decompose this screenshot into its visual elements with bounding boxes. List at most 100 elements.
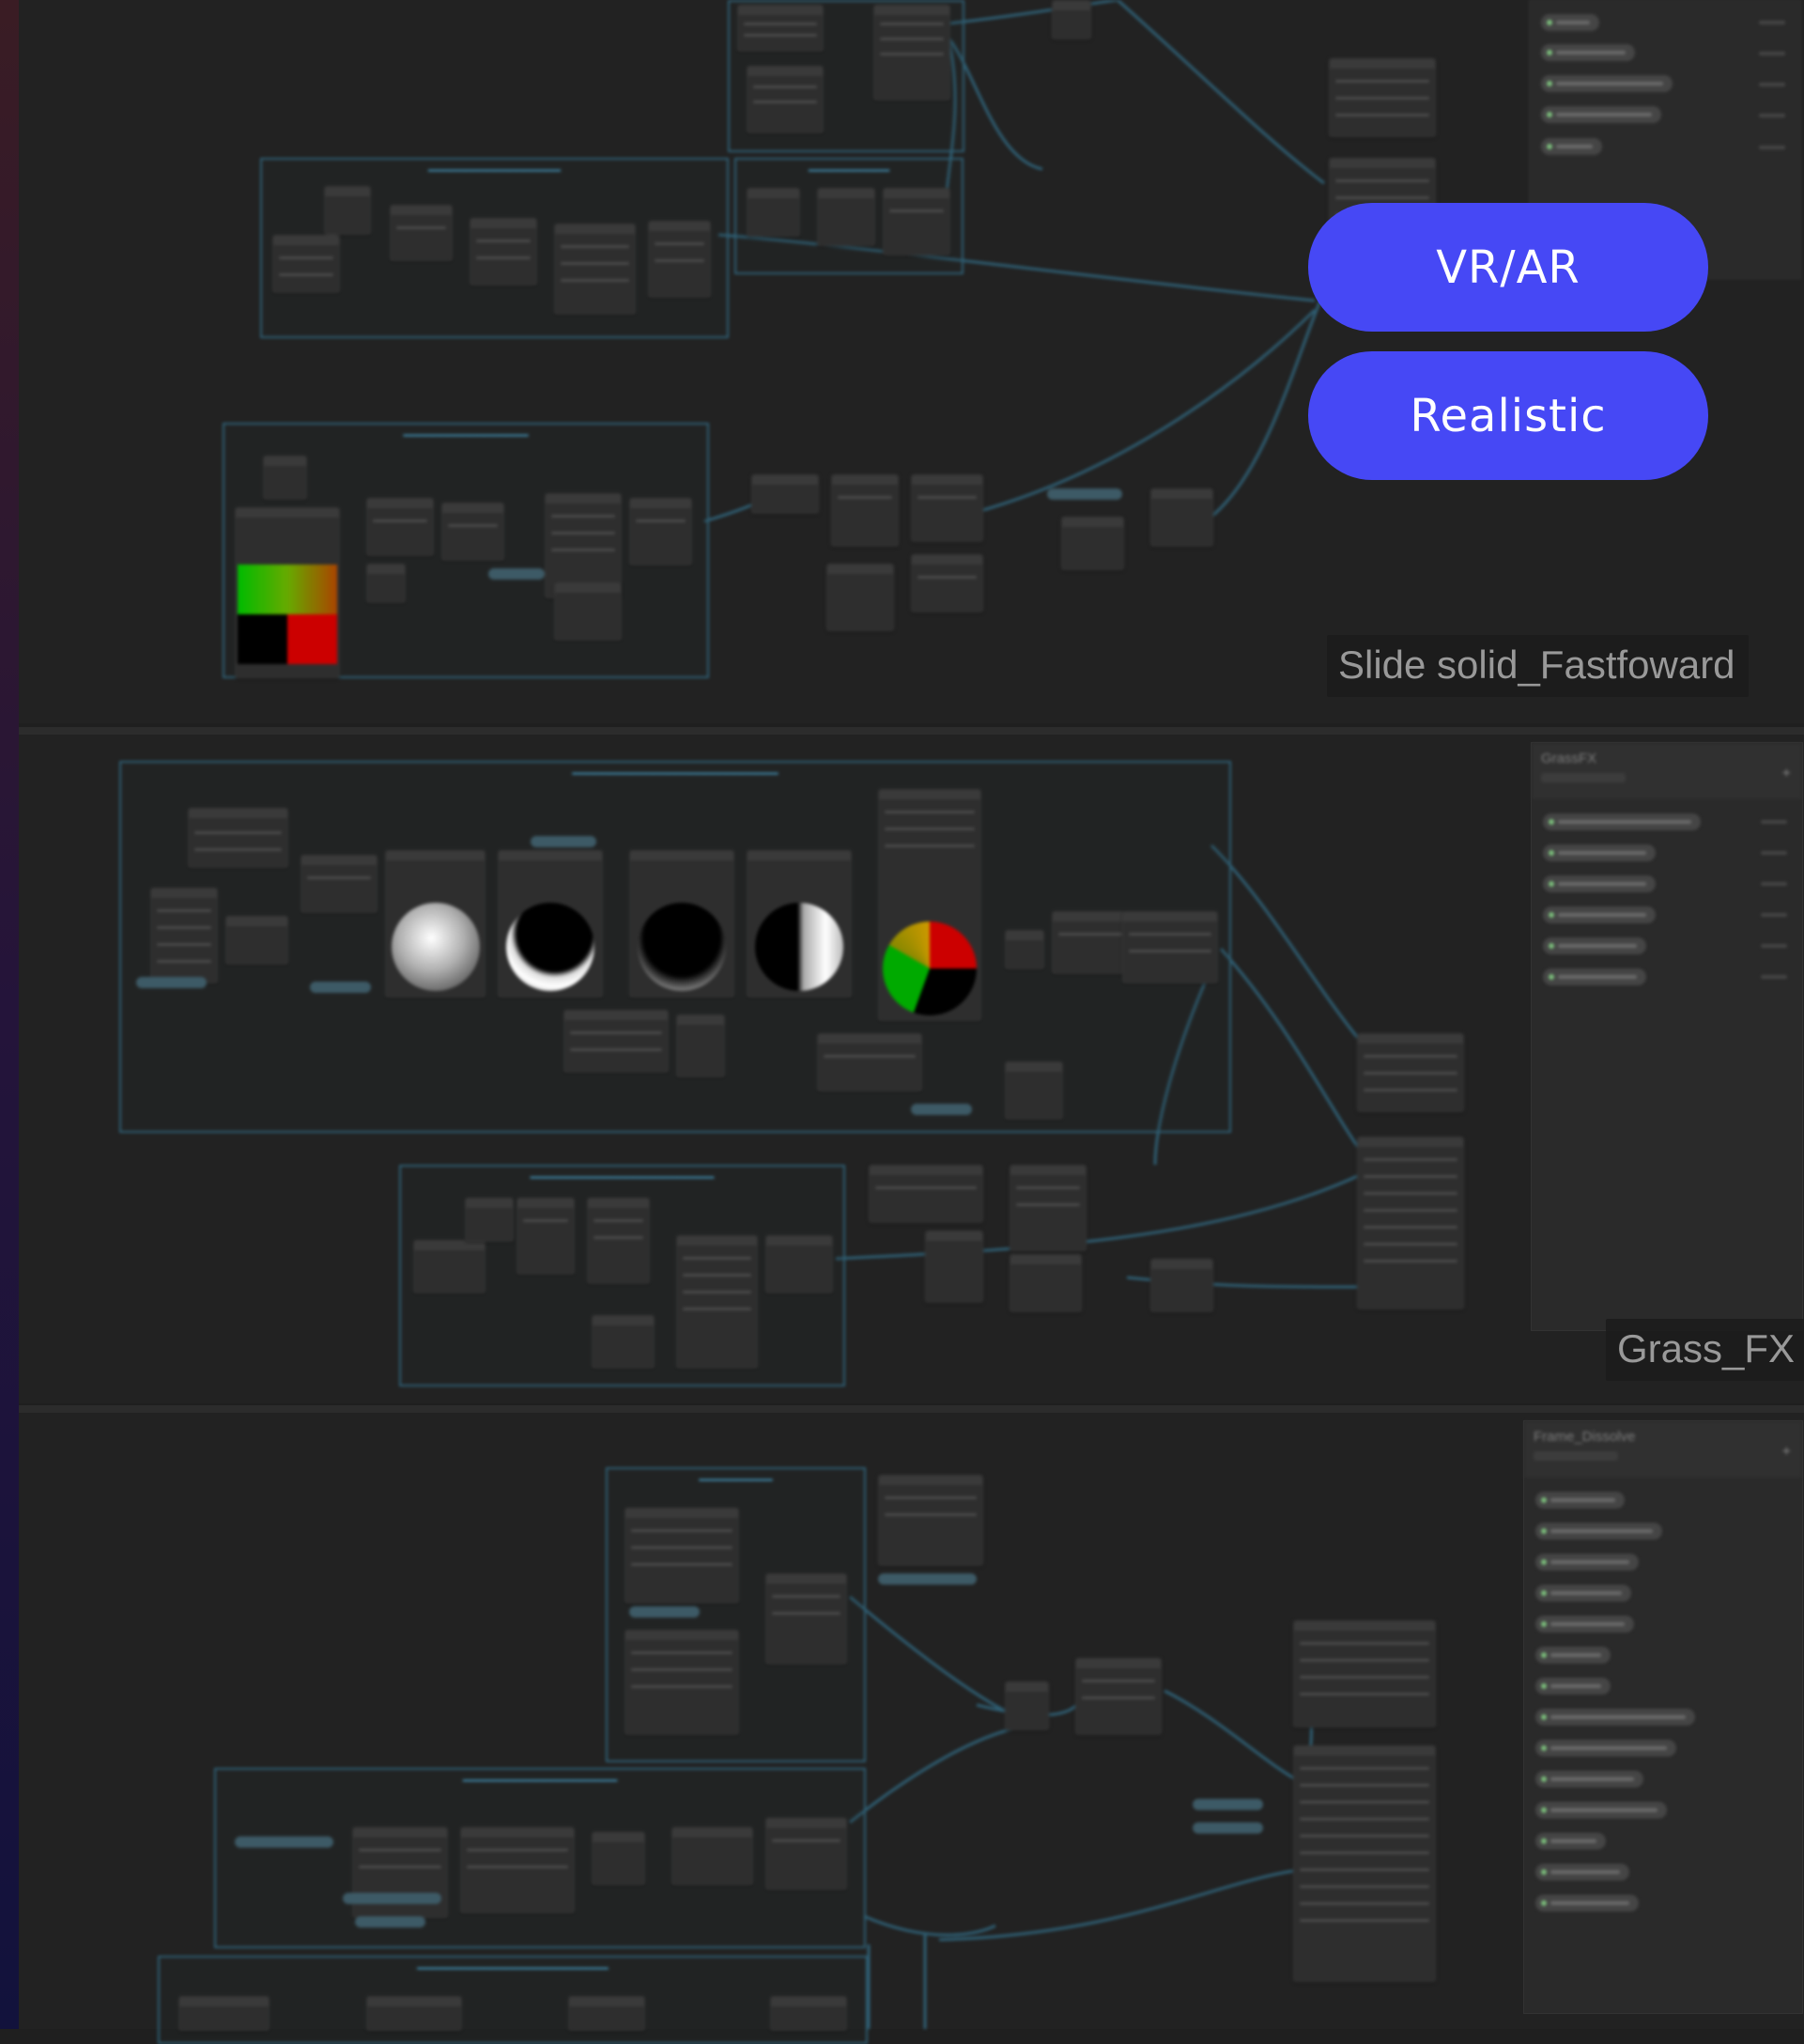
graph-node[interactable] (676, 1235, 758, 1369)
blackboard-panel-grassfx[interactable]: GrassFX + (1531, 742, 1803, 1331)
graph-node[interactable] (1052, 0, 1091, 39)
property-item[interactable] (1543, 875, 1656, 892)
property-item[interactable] (1543, 844, 1656, 861)
graph-node[interactable] (624, 1508, 739, 1603)
property-item[interactable] (1535, 1833, 1606, 1850)
property-item[interactable] (1541, 106, 1661, 123)
property-pill[interactable] (1193, 1822, 1263, 1834)
plus-icon[interactable]: + (1782, 766, 1791, 782)
property-item[interactable] (1535, 1647, 1611, 1664)
preview-node[interactable] (747, 850, 852, 998)
graph-node[interactable] (301, 855, 378, 913)
property-item[interactable] (1543, 906, 1656, 923)
graph-node[interactable] (1075, 1658, 1162, 1735)
property-item[interactable] (1535, 1709, 1695, 1726)
graph-node[interactable] (470, 218, 537, 286)
graph-node[interactable] (671, 1827, 753, 1885)
graph-node[interactable] (517, 1198, 575, 1275)
preview-node[interactable] (629, 850, 734, 998)
graph-node[interactable] (1061, 517, 1124, 570)
graph-node[interactable] (765, 1573, 847, 1665)
graph-node[interactable] (1010, 1165, 1087, 1251)
graph-node[interactable] (751, 474, 819, 514)
property-pill[interactable] (878, 1573, 977, 1585)
property-pill[interactable] (488, 568, 545, 580)
graph-node[interactable] (413, 1240, 486, 1293)
tag-vr-ar-button[interactable]: VR/AR (1308, 203, 1708, 332)
graph-node[interactable] (465, 1198, 514, 1242)
tag-realistic-button[interactable]: Realistic (1308, 351, 1708, 480)
graph-node[interactable] (554, 582, 622, 641)
graph-node[interactable] (911, 474, 983, 542)
property-pill[interactable] (235, 1836, 333, 1848)
graph-node[interactable] (676, 1014, 725, 1077)
graph-node[interactable] (629, 498, 692, 565)
plus-icon[interactable]: + (1782, 1444, 1791, 1461)
graph-node[interactable] (1005, 1061, 1063, 1120)
preview-node[interactable] (498, 850, 603, 998)
master-node[interactable] (1293, 1745, 1436, 1982)
property-pill[interactable] (629, 1606, 700, 1618)
graph-node[interactable] (624, 1630, 739, 1735)
graph-node[interactable] (225, 916, 288, 965)
property-item[interactable] (1535, 1616, 1634, 1633)
graph-node[interactable] (592, 1832, 645, 1885)
graph-node[interactable] (831, 474, 899, 547)
graph-node[interactable] (883, 188, 950, 256)
property-item[interactable] (1541, 138, 1602, 155)
graph-node[interactable] (1010, 1254, 1082, 1312)
property-item[interactable] (1535, 1554, 1639, 1571)
graph-node[interactable] (1005, 1681, 1049, 1730)
graph-node[interactable] (554, 224, 636, 315)
graph-node[interactable] (178, 1996, 270, 2031)
property-item[interactable] (1535, 1895, 1639, 1912)
graph-node[interactable] (869, 1165, 983, 1223)
graph-node[interactable] (366, 498, 434, 556)
property-pill[interactable] (1047, 488, 1122, 500)
property-pill[interactable] (136, 977, 207, 988)
graph-node[interactable] (747, 188, 800, 237)
property-item[interactable] (1543, 937, 1646, 954)
preview-node[interactable] (878, 789, 981, 1021)
graph-node[interactable] (188, 808, 288, 868)
graph-node[interactable] (441, 503, 504, 561)
texture-node[interactable] (235, 507, 340, 678)
graph-node[interactable] (563, 1010, 669, 1073)
property-item[interactable] (1535, 1492, 1625, 1509)
graph-node[interactable] (592, 1315, 655, 1369)
graph-node[interactable] (765, 1235, 833, 1293)
property-item[interactable] (1535, 1740, 1676, 1757)
graph-node[interactable] (1005, 930, 1044, 969)
graph-node[interactable] (873, 5, 950, 101)
master-node[interactable] (1357, 1033, 1464, 1112)
graph-node[interactable] (911, 554, 983, 612)
graph-node[interactable] (1052, 911, 1129, 974)
graph-node[interactable] (737, 5, 824, 52)
graph-node[interactable] (352, 1827, 448, 1918)
graph-node[interactable] (460, 1827, 575, 1913)
preview-node[interactable] (385, 850, 486, 998)
graph-node[interactable] (826, 564, 894, 631)
graph-node[interactable] (770, 1996, 847, 2031)
property-pill[interactable] (531, 836, 596, 847)
graph-node[interactable] (1150, 1259, 1213, 1312)
property-item[interactable] (1535, 1678, 1611, 1695)
property-item[interactable] (1541, 44, 1635, 61)
graph-node[interactable] (272, 235, 340, 293)
property-item[interactable] (1541, 75, 1673, 92)
property-item[interactable] (1535, 1864, 1629, 1881)
graph-node[interactable] (366, 564, 406, 603)
property-item[interactable] (1543, 968, 1646, 985)
master-node[interactable] (1357, 1137, 1464, 1309)
graph-node[interactable] (817, 1033, 922, 1092)
property-pill[interactable] (310, 982, 371, 993)
graph-node[interactable] (587, 1198, 650, 1284)
graph-node[interactable] (263, 456, 307, 500)
graph-node[interactable] (150, 888, 218, 983)
property-item[interactable] (1535, 1585, 1631, 1602)
property-pill[interactable] (1193, 1799, 1263, 1810)
graph-node[interactable] (390, 205, 453, 261)
graph-node[interactable] (878, 1475, 983, 1566)
graph-node[interactable] (765, 1818, 847, 1890)
graph-node[interactable] (747, 66, 824, 133)
